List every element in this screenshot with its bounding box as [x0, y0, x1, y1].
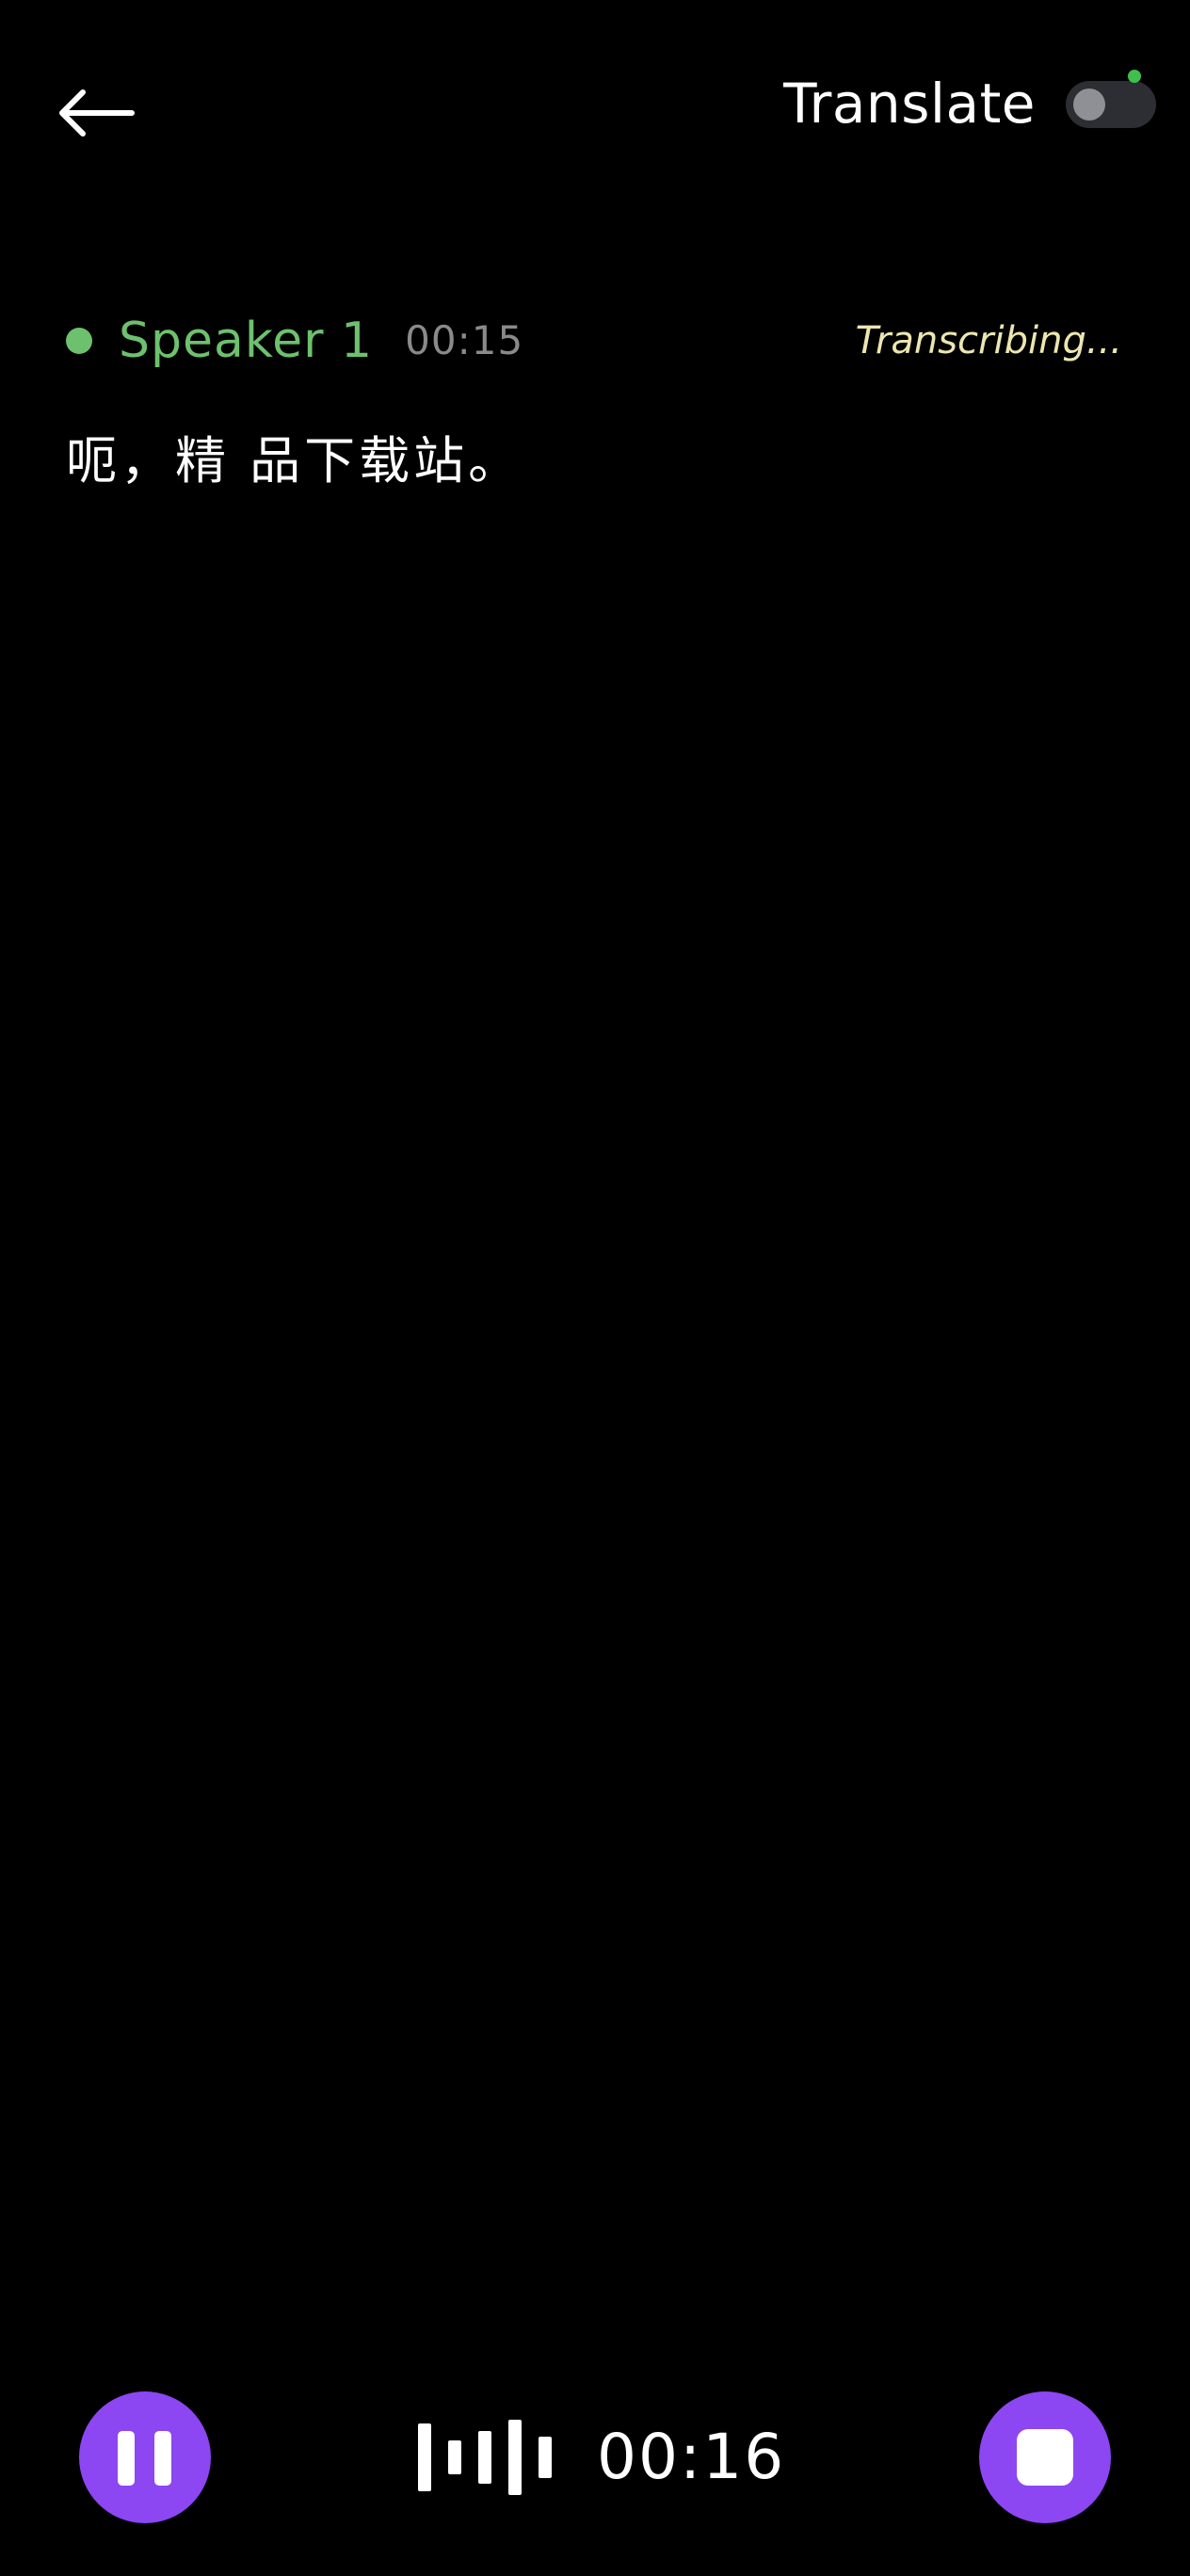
- back-button[interactable]: [56, 66, 169, 160]
- speaker-timestamp: 00:15: [405, 317, 524, 363]
- pause-icon-bar: [154, 2431, 171, 2486]
- waveform-bar: [539, 2437, 552, 2478]
- toggle-knob: [1073, 89, 1105, 121]
- elapsed-time: 00:16: [597, 2421, 786, 2493]
- speaker-name: Speaker 1: [119, 313, 374, 369]
- recording-screen: Translate Speaker 1 00:15 Transcribing..…: [0, 0, 1190, 2576]
- toggle-indicator-dot: [1128, 70, 1141, 83]
- waveform-bar: [478, 2431, 491, 2484]
- translate-label: Translate: [783, 72, 1036, 136]
- stop-icon: [1017, 2429, 1073, 2486]
- waveform-bar: [418, 2423, 431, 2491]
- waveform-icon: [418, 2420, 555, 2495]
- speaker-header: Speaker 1 00:15: [66, 303, 523, 378]
- speaker-color-dot: [66, 328, 92, 354]
- arrow-left-icon: [59, 89, 135, 137]
- waveform-bar: [448, 2440, 461, 2474]
- pause-icon: [118, 2431, 135, 2486]
- stop-button[interactable]: [979, 2391, 1111, 2523]
- pause-button[interactable]: [79, 2391, 211, 2523]
- translate-toggle[interactable]: [1066, 81, 1156, 128]
- transcribing-status: Transcribing...: [855, 319, 1122, 362]
- waveform-bar: [508, 2420, 522, 2495]
- transcript-text: 呃，精 品下载站。: [66, 431, 523, 491]
